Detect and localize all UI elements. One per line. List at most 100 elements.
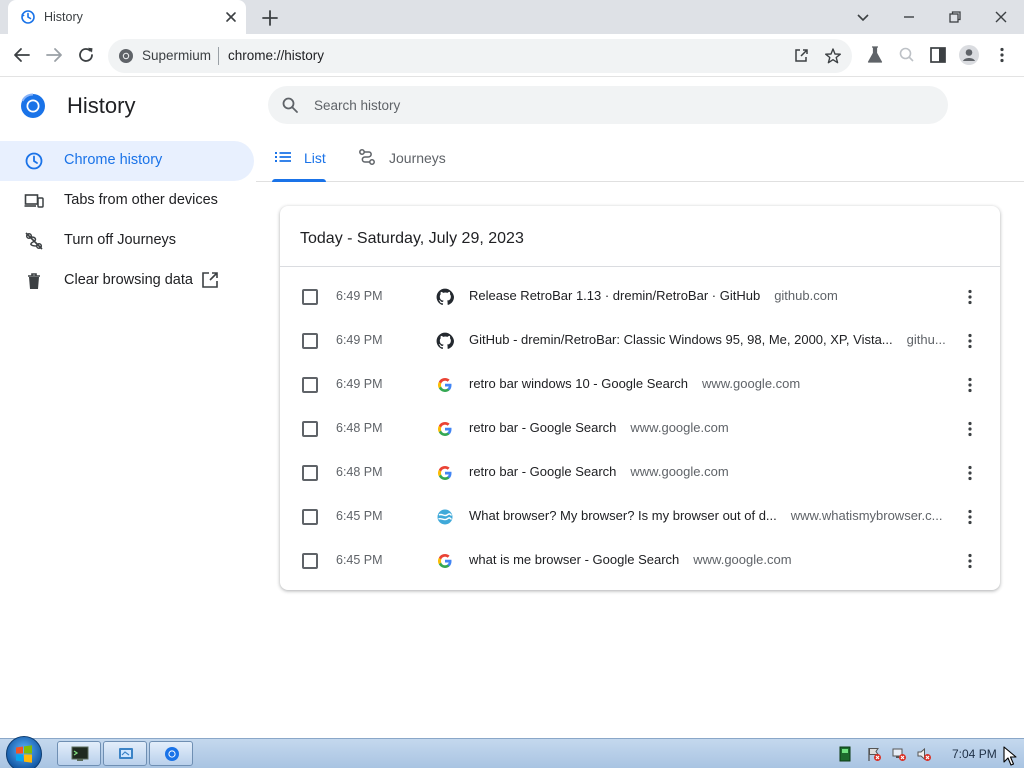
entry-title-text[interactable]: retro bar windows 10 - Google Search (469, 376, 688, 391)
sidebar-item-turn-off-journeys[interactable]: Turn off Journeys (0, 221, 254, 261)
history-entry[interactable]: 6:49 PM Release RetroBar 1.13 · dremin/R… (280, 275, 1000, 319)
view-tabs: List Journeys (256, 136, 1024, 182)
entry-title[interactable]: retro bar windows 10 - Google Search www.… (469, 376, 800, 391)
entry-time: 6:49 PM (336, 377, 383, 391)
sidebar-item-tabs-from-other-devices[interactable]: Tabs from other devices (0, 181, 254, 221)
tray-monitor-icon[interactable] (837, 746, 853, 762)
more-menu-icon[interactable] (991, 44, 1013, 66)
tab-label: List (304, 150, 326, 166)
tab-search-chevron-icon[interactable] (851, 5, 875, 29)
entry-title[interactable]: retro bar - Google Search www.google.com (469, 420, 729, 435)
more-vert-icon[interactable] (960, 463, 980, 483)
entry-checkbox[interactable] (302, 509, 318, 525)
entry-checkbox[interactable] (302, 377, 318, 393)
forward-arrow-icon[interactable] (43, 44, 65, 66)
more-vert-icon[interactable] (960, 551, 980, 571)
history-favicon-icon (21, 10, 35, 24)
profile-avatar-icon[interactable] (958, 44, 980, 66)
journeys-off-icon (25, 232, 43, 250)
search-history-box[interactable] (268, 86, 948, 124)
bookmark-star-icon[interactable] (824, 47, 842, 65)
browser-icon (165, 747, 179, 761)
entry-title-text[interactable]: Release RetroBar 1.13 · dremin/RetroBar … (469, 288, 760, 303)
google-icon (438, 422, 452, 436)
entry-checkbox[interactable] (302, 421, 318, 437)
sidebar-item-clear-browsing-data[interactable]: Clear browsing data (0, 261, 254, 301)
entry-title[interactable]: What browser? My browser? Is my browser … (469, 508, 942, 523)
entry-title-text[interactable]: what is me browser - Google Search (469, 552, 679, 567)
tab-close-icon[interactable] (222, 8, 240, 26)
back-arrow-icon[interactable] (11, 44, 33, 66)
search-history-input[interactable] (314, 95, 914, 115)
tab-label: Journeys (389, 150, 446, 166)
entry-domain: www.google.com (630, 464, 729, 479)
date-heading: Today - Saturday, July 29, 2023 (300, 230, 524, 247)
taskbar-app-explorer[interactable] (103, 741, 147, 766)
entry-checkbox[interactable] (302, 553, 318, 569)
github-icon (436, 288, 454, 306)
tab-strip: History (0, 0, 1024, 34)
start-button[interactable] (6, 736, 42, 768)
explorer-icon (119, 748, 133, 759)
entry-checkbox[interactable] (302, 333, 318, 349)
history-entry[interactable]: 6:49 PM retro bar windows 10 - Google Se… (280, 363, 1000, 407)
entry-title-text[interactable]: What browser? My browser? Is my browser … (469, 508, 777, 523)
reload-icon[interactable] (75, 44, 97, 66)
browser-tab-history[interactable]: History (8, 0, 246, 34)
site-label: Supermium (142, 48, 212, 63)
more-vert-icon[interactable] (960, 331, 980, 351)
tab-journeys[interactable]: Journeys (358, 136, 458, 182)
close-window-icon[interactable] (989, 5, 1013, 29)
minimize-icon[interactable] (897, 5, 921, 29)
history-entry[interactable]: 6:45 PM What browser? My browser? Is my … (280, 495, 1000, 539)
google-icon (438, 554, 452, 568)
windows-taskbar: 7:04 PM (0, 736, 1024, 768)
whatismybrowser-icon (437, 509, 453, 525)
address-bar[interactable]: Supermium chrome://history (108, 39, 852, 73)
restore-icon[interactable] (943, 5, 967, 29)
entry-domain: www.google.com (630, 420, 729, 435)
entry-time: 6:45 PM (336, 553, 383, 567)
terminal-icon (71, 746, 89, 761)
more-vert-icon[interactable] (960, 287, 980, 307)
tray-network-icon[interactable] (891, 746, 907, 762)
entry-title-text[interactable]: retro bar - Google Search (469, 420, 616, 435)
share-icon[interactable] (792, 47, 810, 65)
entry-time: 6:48 PM (336, 421, 383, 435)
address-separator (218, 47, 219, 65)
history-entry[interactable]: 6:48 PM retro bar - Google Search www.goo… (280, 451, 1000, 495)
tab-list[interactable]: List (272, 136, 332, 182)
side-panel-icon[interactable] (927, 44, 949, 66)
history-entry[interactable]: 6:45 PM what is me browser - Google Sear… (280, 539, 1000, 583)
entry-title[interactable]: Release RetroBar 1.13 · dremin/RetroBar … (469, 288, 838, 303)
entry-domain: www.whatismybrowser.c... (790, 508, 943, 523)
entry-title-text[interactable]: GitHub - dremin/RetroBar: Classic Window… (469, 332, 893, 347)
more-vert-icon[interactable] (960, 375, 980, 395)
external-link-icon (202, 272, 218, 288)
chrome-logo-icon (21, 93, 45, 118)
tray-volume-icon[interactable] (916, 746, 932, 762)
entry-title[interactable]: what is me browser - Google Search www.go… (469, 552, 792, 567)
entry-title[interactable]: retro bar - Google Search www.google.com (469, 464, 729, 479)
new-tab-icon[interactable] (259, 7, 281, 29)
entry-checkbox[interactable] (302, 465, 318, 481)
entry-time: 6:48 PM (336, 465, 383, 479)
taskbar-clock[interactable]: 7:04 PM (952, 747, 997, 761)
url-text[interactable]: chrome://history (228, 48, 324, 63)
search-icon[interactable] (896, 44, 918, 66)
history-entry[interactable]: 6:49 PM GitHub - dremin/RetroBar: Classi… (280, 319, 1000, 363)
tray-flag-icon[interactable] (866, 746, 882, 762)
entry-checkbox[interactable] (302, 289, 318, 305)
browser-toolbar: Supermium chrome://history (0, 34, 1024, 77)
trash-icon (28, 273, 40, 289)
more-vert-icon[interactable] (960, 419, 980, 439)
taskbar-app-browser[interactable] (149, 741, 193, 766)
labs-flask-icon[interactable] (864, 44, 886, 66)
entry-title-text[interactable]: retro bar - Google Search (469, 464, 616, 479)
history-entry[interactable]: 6:48 PM retro bar - Google Search www.goo… (280, 407, 1000, 451)
sidebar-item-chrome-history[interactable]: Chrome history (0, 141, 254, 181)
more-vert-icon[interactable] (960, 507, 980, 527)
entry-title[interactable]: GitHub - dremin/RetroBar: Classic Window… (469, 332, 946, 347)
devices-icon (24, 194, 44, 208)
taskbar-app-terminal[interactable] (57, 741, 101, 766)
